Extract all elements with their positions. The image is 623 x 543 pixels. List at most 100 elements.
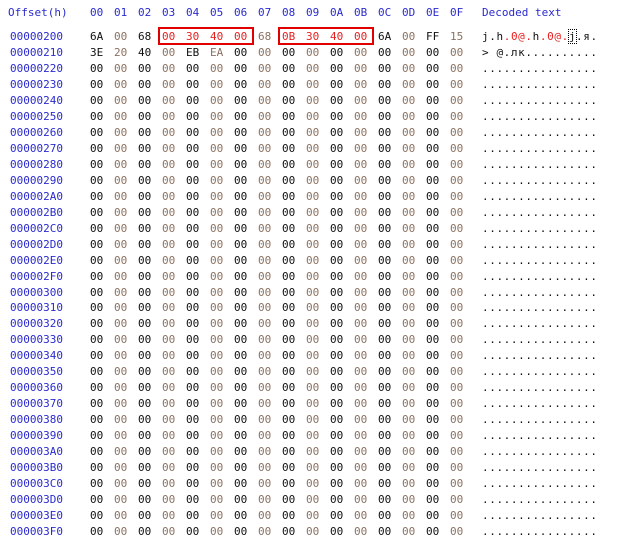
hex-byte[interactable]: 00 bbox=[162, 126, 182, 139]
hex-byte[interactable]: 00 bbox=[186, 317, 206, 330]
hex-byte[interactable]: 00 bbox=[330, 142, 350, 155]
hex-byte[interactable]: 00 bbox=[90, 477, 110, 490]
hex-byte[interactable]: 00 bbox=[186, 381, 206, 394]
hex-byte[interactable]: 00 bbox=[138, 158, 158, 171]
hex-byte[interactable]: 00 bbox=[186, 142, 206, 155]
hex-byte[interactable]: 00 bbox=[234, 461, 254, 474]
hex-byte[interactable]: 00 bbox=[426, 429, 446, 442]
hex-byte[interactable]: 00 bbox=[186, 254, 206, 267]
decoded-text[interactable]: ................ bbox=[482, 509, 598, 522]
hex-byte[interactable]: 00 bbox=[162, 238, 182, 251]
hex-byte[interactable]: 00 bbox=[282, 158, 302, 171]
hex-byte[interactable]: 00 bbox=[162, 429, 182, 442]
hex-byte[interactable]: 00 bbox=[402, 254, 422, 267]
hex-byte[interactable]: 20 bbox=[114, 46, 134, 59]
hex-byte[interactable]: 00 bbox=[234, 301, 254, 314]
hex-row[interactable]: 000002F0 00 00 00 00 00 00 00 00 00 00 00 00 00 00 00 00… bbox=[0, 270, 623, 286]
hex-byte[interactable]: 00 bbox=[162, 206, 182, 219]
hex-byte[interactable]: 00 bbox=[234, 190, 254, 203]
hex-byte[interactable]: 00 bbox=[114, 301, 134, 314]
hex-byte[interactable]: 00 bbox=[450, 174, 470, 187]
hex-byte[interactable]: 00 bbox=[402, 126, 422, 139]
hex-byte[interactable]: 00 bbox=[210, 301, 230, 314]
decoded-text[interactable]: ................ bbox=[482, 174, 598, 187]
hex-byte[interactable]: 00 bbox=[450, 222, 470, 235]
hex-byte[interactable]: 00 bbox=[234, 62, 254, 75]
hex-byte[interactable]: 00 bbox=[90, 381, 110, 394]
hex-byte[interactable]: 00 bbox=[186, 158, 206, 171]
hex-byte[interactable]: 00 bbox=[330, 62, 350, 75]
hex-byte[interactable]: 00 bbox=[90, 126, 110, 139]
hex-byte[interactable]: 00 bbox=[162, 174, 182, 187]
hex-byte[interactable]: 00 bbox=[450, 397, 470, 410]
hex-byte[interactable]: 00 bbox=[210, 429, 230, 442]
hex-byte[interactable]: 00 bbox=[162, 142, 182, 155]
hex-byte[interactable]: 00 bbox=[210, 413, 230, 426]
hex-byte[interactable]: 00 bbox=[114, 365, 134, 378]
hex-byte[interactable]: 00 bbox=[282, 493, 302, 506]
hex-byte[interactable]: 00 bbox=[306, 142, 326, 155]
hex-row[interactable]: 000003A0 00 00 00 00 00 00 00 00 00 00 00 00 00 00 00 00… bbox=[0, 445, 623, 461]
hex-byte[interactable]: 00 bbox=[90, 509, 110, 522]
hex-byte[interactable]: 00 bbox=[306, 365, 326, 378]
hex-byte[interactable]: 00 bbox=[210, 461, 230, 474]
hex-byte[interactable]: 00 bbox=[114, 333, 134, 346]
hex-byte[interactable]: 00 bbox=[330, 413, 350, 426]
hex-byte[interactable]: 00 bbox=[378, 62, 398, 75]
hex-row[interactable]: 00000210 3E 20 40 00 EB EA 00 00 00 00 00 00 00 00 00 00… bbox=[0, 46, 623, 62]
hex-byte[interactable]: 00 bbox=[114, 126, 134, 139]
hex-byte[interactable]: 00 bbox=[354, 158, 374, 171]
hex-byte[interactable]: 00 bbox=[306, 317, 326, 330]
hex-byte[interactable]: 00 bbox=[186, 445, 206, 458]
hex-byte[interactable]: 00 bbox=[186, 429, 206, 442]
hex-byte[interactable]: 00 bbox=[426, 365, 446, 378]
decoded-text[interactable]: ................ bbox=[482, 301, 598, 314]
hex-byte[interactable]: 00 bbox=[402, 78, 422, 91]
hex-byte[interactable]: 00 bbox=[330, 493, 350, 506]
hex-byte[interactable]: 00 bbox=[426, 222, 446, 235]
hex-byte[interactable]: 00 bbox=[378, 110, 398, 123]
hex-byte[interactable]: 00 bbox=[378, 254, 398, 267]
hex-byte[interactable]: 00 bbox=[354, 445, 374, 458]
hex-byte[interactable]: 00 bbox=[330, 270, 350, 283]
hex-byte[interactable]: 00 bbox=[138, 509, 158, 522]
hex-byte[interactable]: 00 bbox=[162, 509, 182, 522]
decoded-text[interactable]: ................ bbox=[482, 78, 598, 91]
hex-byte[interactable]: 00 bbox=[354, 238, 374, 251]
hex-byte[interactable]: 00 bbox=[378, 445, 398, 458]
hex-byte[interactable]: 00 bbox=[138, 286, 158, 299]
hex-byte[interactable]: 00 bbox=[378, 46, 398, 59]
hex-byte[interactable]: 00 bbox=[282, 429, 302, 442]
hex-byte[interactable]: 00 bbox=[306, 46, 326, 59]
hex-byte[interactable]: 00 bbox=[234, 174, 254, 187]
hex-byte[interactable]: 00 bbox=[90, 429, 110, 442]
hex-byte[interactable]: 00 bbox=[306, 286, 326, 299]
hex-byte[interactable]: 00 bbox=[354, 190, 374, 203]
hex-byte[interactable]: 68 bbox=[258, 30, 278, 43]
hex-byte[interactable]: 00 bbox=[258, 365, 278, 378]
hex-row[interactable]: 00000290 00 00 00 00 00 00 00 00 00 00 00 00 00 00 00 00… bbox=[0, 174, 623, 190]
decoded-text[interactable]: ................ bbox=[482, 349, 598, 362]
hex-byte[interactable]: 00 bbox=[378, 397, 398, 410]
hex-byte[interactable]: 00 bbox=[90, 461, 110, 474]
hex-byte[interactable]: 00 bbox=[162, 254, 182, 267]
hex-byte[interactable]: 00 bbox=[210, 445, 230, 458]
hex-byte[interactable]: 00 bbox=[234, 445, 254, 458]
hex-byte[interactable]: 00 bbox=[450, 333, 470, 346]
hex-row[interactable]: 00000280 00 00 00 00 00 00 00 00 00 00 00 00 00 00 00 00… bbox=[0, 158, 623, 174]
hex-byte[interactable]: 00 bbox=[378, 317, 398, 330]
hex-byte[interactable]: 00 bbox=[450, 238, 470, 251]
hex-byte[interactable]: 00 bbox=[210, 525, 230, 538]
hex-byte[interactable]: 00 bbox=[258, 254, 278, 267]
hex-byte[interactable]: 00 bbox=[258, 46, 278, 59]
hex-byte[interactable]: 00 bbox=[210, 349, 230, 362]
hex-byte[interactable]: 00 bbox=[258, 62, 278, 75]
hex-byte[interactable]: 00 bbox=[162, 222, 182, 235]
hex-byte[interactable]: 00 bbox=[306, 301, 326, 314]
hex-byte[interactable]: 00 bbox=[450, 429, 470, 442]
hex-row[interactable]: 00000310 00 00 00 00 00 00 00 00 00 00 00 00 00 00 00 00… bbox=[0, 301, 623, 317]
hex-byte[interactable]: 00 bbox=[258, 190, 278, 203]
hex-byte[interactable]: 00 bbox=[330, 381, 350, 394]
hex-byte[interactable]: 00 bbox=[426, 270, 446, 283]
hex-byte[interactable]: 00 bbox=[210, 254, 230, 267]
